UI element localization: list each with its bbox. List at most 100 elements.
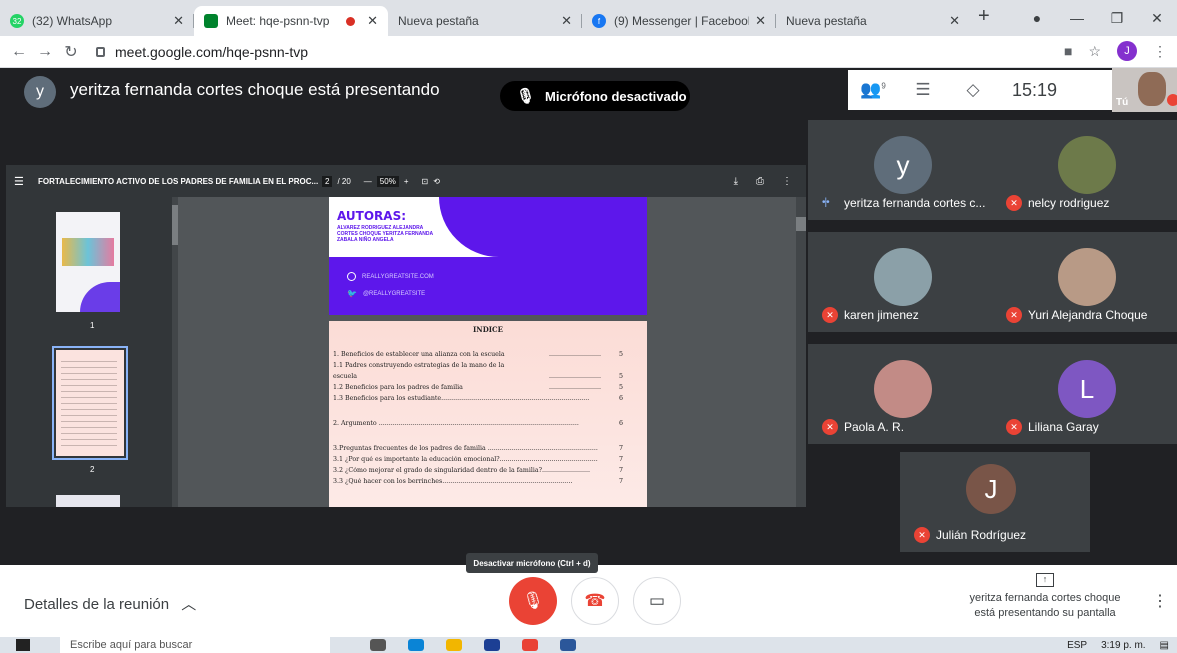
tab-meet[interactable]: Meet: hqe-psnn-tvp ✕ <box>194 6 388 36</box>
mic-tooltip: Desactivar micrófono (Ctrl + d) <box>466 553 598 573</box>
facebook-icon: f <box>592 14 606 28</box>
self-video <box>1138 72 1166 106</box>
mic-muted-icon: ✕ <box>1006 419 1022 435</box>
participant-name: Yuri Alejandra Choque <box>1028 308 1148 322</box>
taskbar-search[interactable]: Escribe aquí para buscar <box>60 637 330 653</box>
participant-tile[interactable]: J ✕ Julián Rodríguez <box>900 452 1090 552</box>
download-icon[interactable]: ⤓ <box>734 176 738 187</box>
forward-icon[interactable]: → <box>32 43 58 61</box>
system-tray: ESP 3:19 p. m. ▤ <box>1067 637 1169 653</box>
page-thumbnail-3[interactable] <box>56 495 120 507</box>
camera-toggle-button[interactable]: ▭ <box>633 577 681 625</box>
close-icon[interactable]: ✕ <box>367 13 378 29</box>
url-field[interactable]: meet.google.com/hqe-psnn-tvp <box>96 44 308 60</box>
mic-off-notice: 🎙 Micrófono desactivado <box>500 81 690 111</box>
store-icon[interactable] <box>484 639 500 651</box>
activities-icon[interactable]: ◇ <box>948 80 998 100</box>
file-explorer-icon[interactable] <box>446 639 462 651</box>
rotate-icon[interactable]: ⟲ <box>433 177 440 186</box>
camera-icon: ▭ <box>648 591 666 610</box>
autoras-title: AUTORAS: <box>337 209 407 223</box>
camera-icon[interactable]: ■ <box>1064 43 1072 59</box>
thumbnail-text-lines <box>61 356 117 450</box>
zoom-in-icon[interactable]: + <box>404 177 409 186</box>
index-entry: 3.Preguntas frecuentes de los padres de … <box>333 445 598 452</box>
lang-indicator[interactable]: ESP <box>1067 640 1087 651</box>
participant-photo <box>874 360 932 418</box>
close-icon[interactable]: ✕ <box>173 13 184 29</box>
menu-icon[interactable]: ☰ <box>14 175 28 188</box>
index-page: 5 <box>619 373 624 380</box>
tab-new-2[interactable]: Nueva pestaña ✕ <box>776 6 970 36</box>
taskbar-clock[interactable]: 3:19 p. m. <box>1101 640 1145 651</box>
presentation-stage: ☰ FORTALECIMIENTO ACTIVO DE LOS PADRES D… <box>0 120 806 560</box>
participant-tile[interactable]: y •|• yeritza fernanda cortes c... <box>808 120 998 220</box>
address-bar: ← → ↻ meet.google.com/hqe-psnn-tvp ■ ☆ J… <box>0 36 1177 68</box>
participant-tile[interactable]: ✕ Yuri Alejandra Choque <box>992 232 1177 332</box>
page-thumbnail-1[interactable] <box>56 212 120 312</box>
minimize-button[interactable]: — <box>1057 10 1097 26</box>
index-entry: 1. Beneficios de establecer una alianza … <box>333 351 505 358</box>
participant-photo <box>874 248 932 306</box>
close-icon[interactable]: ✕ <box>949 13 960 29</box>
index-entry: 3.1 ¿Por qué es importante la educación … <box>333 456 598 463</box>
thumbnail-scrollbar[interactable] <box>172 197 178 507</box>
print-icon[interactable]: ⎙ <box>756 176 764 187</box>
pdf-scrollbar[interactable] <box>796 197 806 507</box>
windows-taskbar: Escribe aquí para buscar ESP 3:19 p. m. … <box>0 637 1177 653</box>
restore-button[interactable]: ❐ <box>1097 10 1137 27</box>
profile-avatar[interactable]: J <box>1117 41 1137 61</box>
media-icon[interactable]: ● <box>1017 10 1057 26</box>
page-total: / 20 <box>337 176 351 186</box>
mic-toggle-button[interactable]: 🎙 <box>509 577 557 625</box>
people-icon[interactable]: 👥9 <box>848 80 898 100</box>
page-number-input[interactable]: 2 <box>322 175 333 187</box>
page-thumbnail-2[interactable] <box>52 346 128 460</box>
taskbar-apps <box>370 639 576 651</box>
leave-call-button[interactable]: ☎ <box>571 577 619 625</box>
self-view-tile[interactable]: Tú <box>1112 68 1177 112</box>
scrollbar-thumb[interactable] <box>172 205 178 245</box>
participant-tile[interactable]: ✕ nelcy rodriguez <box>992 120 1177 220</box>
more-vert-icon[interactable]: ⋮ <box>1153 43 1167 60</box>
meeting-details-button[interactable]: Detalles de la reunión ︿ <box>24 593 196 614</box>
chrome-icon[interactable] <box>522 639 538 651</box>
pdf-toolbar: ☰ FORTALECIMIENTO ACTIVO DE LOS PADRES D… <box>6 165 806 197</box>
edge-icon[interactable] <box>408 639 424 651</box>
notifications-icon[interactable]: ▤ <box>1160 640 1169 651</box>
whatsapp-icon: 32 <box>10 14 24 28</box>
participant-tile[interactable]: ✕ karen jimenez <box>808 232 998 332</box>
website-line: REALLYGREATSITE.COM <box>347 272 434 281</box>
tab-new-1[interactable]: Nueva pestaña ✕ <box>388 6 582 36</box>
participant-tile[interactable]: ✕ Paola A. R. <box>808 344 998 444</box>
thumbnail-label: 1 <box>90 321 95 330</box>
word-icon[interactable] <box>560 639 576 651</box>
participant-name: karen jimenez <box>844 308 919 322</box>
scrollbar-thumb[interactable] <box>796 217 806 231</box>
sharing-status[interactable]: ↑ yeritza fernanda cortes choque está pr… <box>960 573 1130 621</box>
meeting-details-label: Detalles de la reunión <box>24 596 170 613</box>
index-page: 7 <box>619 445 624 452</box>
close-icon[interactable]: ✕ <box>755 13 766 29</box>
chat-icon[interactable]: ☰ <box>898 80 948 100</box>
new-tab-button[interactable]: + <box>978 1 990 31</box>
windows-start-icon[interactable] <box>16 639 30 651</box>
pdf-page-index: INDICE 1. Beneficios de establecer una a… <box>329 321 647 507</box>
tab-messenger[interactable]: f (9) Messenger | Facebook ✕ <box>582 6 776 36</box>
tab-title: (32) WhatsApp <box>32 14 113 28</box>
bookmark-star-icon[interactable]: ☆ <box>1088 43 1101 60</box>
more-options-icon[interactable]: ⋮ <box>1152 591 1168 611</box>
tab-whatsapp[interactable]: 32 (32) WhatsApp ✕ <box>0 6 194 36</box>
close-icon[interactable]: ✕ <box>561 13 572 29</box>
reload-icon[interactable]: ↻ <box>58 42 84 62</box>
fit-page-icon[interactable]: ⊡ <box>421 177 428 186</box>
more-vert-icon[interactable]: ⋮ <box>782 176 792 187</box>
close-window-button[interactable]: ✕ <box>1137 10 1177 27</box>
back-icon[interactable]: ← <box>6 43 32 61</box>
mic-off-icon: 🎙 <box>522 591 544 610</box>
task-view-icon[interactable] <box>370 639 386 651</box>
zoom-level[interactable]: 50% <box>376 175 399 187</box>
participant-tile[interactable]: L ✕ Liliana Garay <box>992 344 1177 444</box>
presenting-banner: yeritza fernanda cortes choque está pres… <box>70 80 440 99</box>
zoom-out-icon[interactable]: — <box>364 177 372 186</box>
